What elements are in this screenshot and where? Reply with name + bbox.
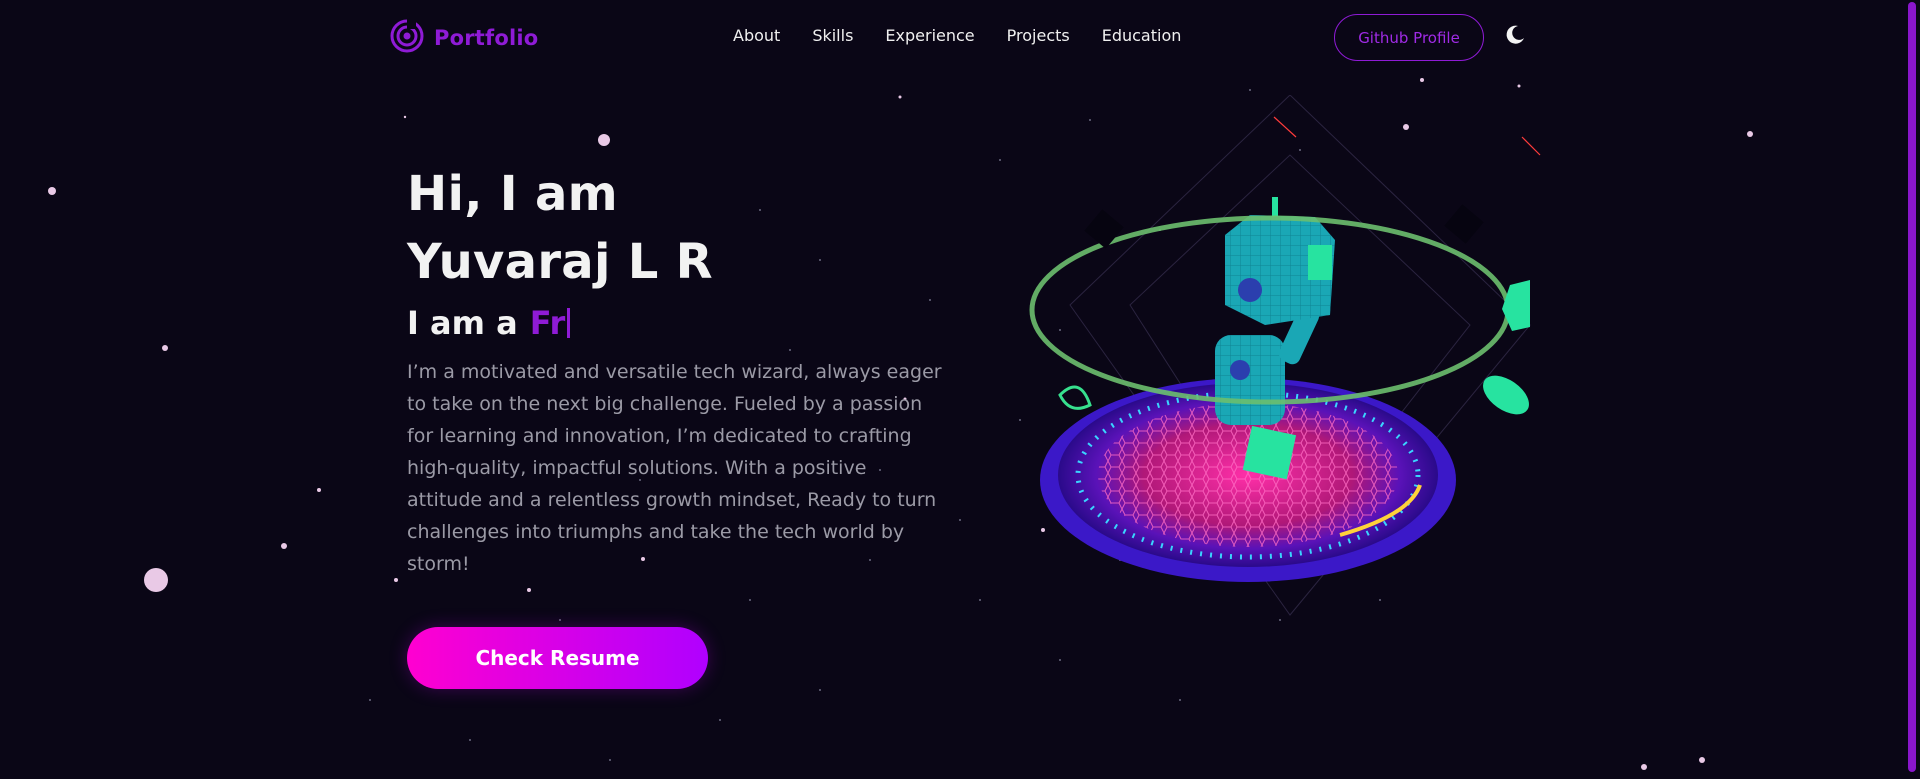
nav-link-education[interactable]: Education: [1102, 26, 1182, 45]
nav-link-about[interactable]: About: [733, 26, 780, 45]
hero-section: Hi, I am Yuvaraj L R I am a Fr I’m a mot…: [407, 160, 967, 580]
greeting-text: Hi, I am: [407, 166, 618, 222]
moon-icon[interactable]: [1503, 23, 1527, 47]
nav-link-experience[interactable]: Experience: [885, 26, 974, 45]
nav-link-projects[interactable]: Projects: [1007, 26, 1070, 45]
role-typewriter-text: Fr: [529, 304, 566, 342]
hero-heading: Hi, I am Yuvaraj L R: [407, 160, 967, 296]
role-line: I am a Fr: [407, 304, 967, 342]
top-navbar: Portfolio About Skills Experience Projec…: [0, 0, 1920, 72]
spiral-logo-icon: [390, 19, 424, 57]
typing-caret: [567, 308, 571, 338]
github-profile-button[interactable]: Github Profile: [1334, 14, 1484, 61]
hero-name: Yuvaraj L R: [407, 234, 713, 290]
nav-links: About Skills Experience Projects Educati…: [733, 26, 1181, 45]
role-prefix: I am a: [407, 304, 518, 342]
nav-link-skills[interactable]: Skills: [812, 26, 853, 45]
robot-3d-illustration: [1029, 95, 1531, 616]
scrollbar-thumb[interactable]: [1908, 2, 1916, 772]
brand-link[interactable]: Portfolio: [390, 19, 538, 57]
check-resume-button[interactable]: Check Resume: [407, 627, 708, 689]
page-scrollbar[interactable]: [1904, 0, 1920, 779]
brand-name: Portfolio: [434, 26, 539, 50]
bio-paragraph: I’m a motivated and versatile tech wizar…: [407, 361, 942, 575]
